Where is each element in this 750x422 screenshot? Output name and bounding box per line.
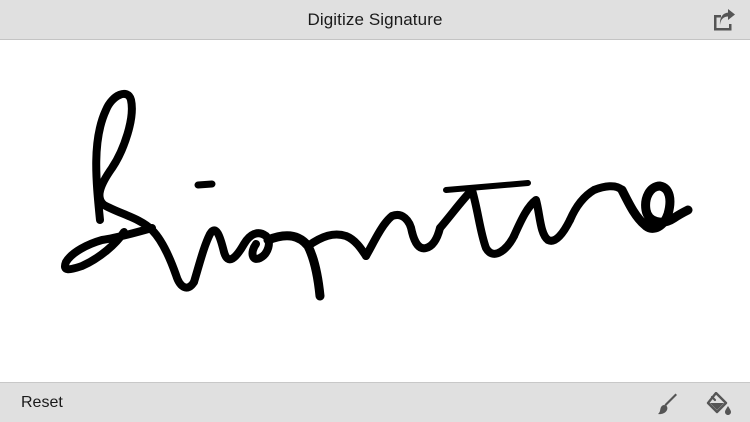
brush-icon[interactable] xyxy=(656,392,680,416)
signature-app: Digitize Signature Reset xyxy=(0,0,750,422)
signature-stroke-r xyxy=(566,182,626,224)
signature-stroke-s-curl xyxy=(61,224,156,274)
top-toolbar: Digitize Signature xyxy=(0,0,750,40)
signature-stroke-dot xyxy=(194,180,216,189)
signature-stroke-u xyxy=(510,196,574,245)
signature-drawing xyxy=(61,89,693,301)
page-title: Digitize Signature xyxy=(307,10,443,29)
signature-stroke-ig xyxy=(190,226,273,286)
signature-stroke-a xyxy=(362,211,444,260)
signature-stroke-t xyxy=(436,186,518,258)
bottom-toolbar: Reset xyxy=(0,382,750,422)
signature-stroke-n xyxy=(304,230,370,260)
paint-bucket-icon[interactable] xyxy=(706,391,731,416)
signature-canvas[interactable] xyxy=(0,40,750,382)
signature-stroke-t-cross xyxy=(443,180,531,193)
signature-stroke-e xyxy=(617,181,693,233)
share-icon[interactable] xyxy=(712,9,736,31)
reset-button[interactable]: Reset xyxy=(21,383,63,422)
signature-stroke-s xyxy=(92,89,198,292)
